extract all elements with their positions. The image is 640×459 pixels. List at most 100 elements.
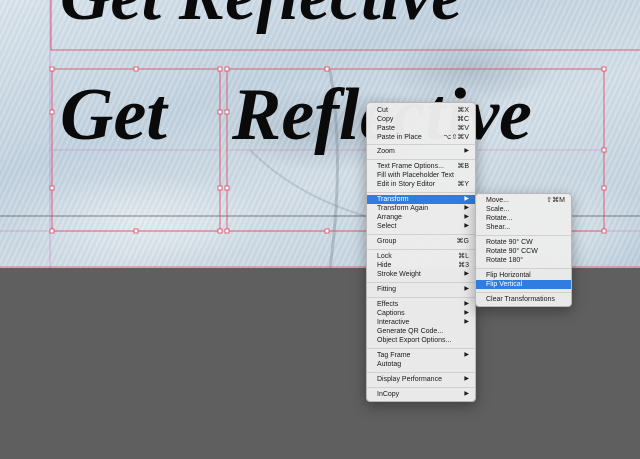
menu-item-shear[interactable]: Shear...	[476, 223, 571, 232]
menu-item-tag-frame[interactable]: Tag Frame ▶	[367, 351, 475, 360]
menu-item-label: Text Frame Options...	[377, 163, 444, 170]
menu-item-label: Tag Frame	[377, 352, 411, 359]
menu-item-text-frame-options[interactable]: Text Frame Options... ⌘B	[367, 162, 475, 171]
submenu-arrow-icon: ▶	[464, 214, 469, 220]
menu-item-interactive[interactable]: Interactive ▶	[367, 318, 475, 327]
shortcut-label: ⌥⇧⌘V	[443, 134, 469, 141]
submenu-arrow-icon: ▶	[464, 223, 469, 229]
menu-separator	[476, 235, 571, 236]
menu-item-copy[interactable]: Copy ⌘C	[367, 115, 475, 124]
menu-item-label: Rotate...	[486, 215, 513, 222]
menu-item-label: Zoom	[377, 148, 395, 155]
menu-item-paste-in-place[interactable]: Paste in Place ⌥⇧⌘V	[367, 133, 475, 142]
menu-item-label: Autotag	[377, 361, 402, 368]
menu-item-clear-transformations[interactable]: Clear Transformations	[476, 295, 571, 304]
menu-item-label: Transform	[377, 196, 409, 203]
menu-item-select[interactable]: Select ▶	[367, 222, 475, 231]
menu-item-scale[interactable]: Scale...	[476, 205, 571, 214]
menu-item-label: InCopy	[377, 391, 400, 398]
menu-item-label: Rotate 180°	[486, 257, 524, 264]
menu-item-paste[interactable]: Paste ⌘V	[367, 124, 475, 133]
menu-item-label: Generate QR Code...	[377, 328, 444, 335]
shortcut-label: ⌘B	[457, 163, 469, 170]
menu-item-lock[interactable]: Lock ⌘L	[367, 252, 475, 261]
menu-item-flip-vertical[interactable]: Flip Vertical	[476, 280, 571, 289]
menu-item-label: Hide	[377, 262, 392, 269]
shortcut-label: ⌘C	[456, 116, 469, 123]
submenu-arrow-icon: ▶	[464, 310, 469, 316]
shortcut-label: ⌘3	[458, 262, 469, 269]
menu-separator	[367, 234, 475, 235]
submenu-arrow-icon: ▶	[464, 319, 469, 325]
menu-item-rotate-180[interactable]: Rotate 180°	[476, 256, 571, 265]
menu-item-display-performance[interactable]: Display Performance ▶	[367, 375, 475, 384]
menu-item-label: Fill with Placeholder Text	[377, 172, 454, 179]
menu-item-flip-horizontal[interactable]: Flip Horizontal	[476, 271, 571, 280]
menu-item-rotate[interactable]: Rotate...	[476, 214, 571, 223]
menu-item-label: Display Performance	[377, 376, 442, 383]
menu-item-transform-again[interactable]: Transform Again ▶	[367, 204, 475, 213]
menu-item-generate-qr[interactable]: Generate QR Code...	[367, 327, 475, 336]
menu-item-fill-placeholder[interactable]: Fill with Placeholder Text	[367, 171, 475, 180]
menu-item-label: Shear...	[486, 224, 511, 231]
menu-item-label: Paste	[377, 125, 395, 132]
menu-item-label: Move...	[486, 197, 509, 204]
menu-item-label: Group	[377, 238, 397, 245]
transform-submenu: Move... ⇧⌘M Scale... Rotate... Shear... R…	[475, 193, 572, 307]
menu-item-stroke-weight[interactable]: Stroke Weight ▶	[367, 270, 475, 279]
menu-separator	[367, 348, 475, 349]
submenu-arrow-icon: ▶	[464, 148, 469, 154]
menu-item-transform[interactable]: Transform ▶	[367, 195, 475, 204]
menu-item-object-export[interactable]: Object Export Options...	[367, 336, 475, 345]
menu-item-autotag[interactable]: Autotag	[367, 360, 475, 369]
submenu-arrow-icon: ▶	[464, 391, 469, 397]
menu-item-rotate-90-cw[interactable]: Rotate 90° CW	[476, 238, 571, 247]
menu-separator	[476, 292, 571, 293]
menu-item-label: Flip Vertical	[486, 281, 523, 288]
menu-item-label: Interactive	[377, 319, 410, 326]
menu-item-label: Select	[377, 223, 397, 230]
menu-item-label: Effects	[377, 301, 399, 308]
menu-separator	[367, 192, 475, 193]
menu-item-effects[interactable]: Effects ▶	[367, 300, 475, 309]
menu-item-label: Scale...	[486, 206, 510, 213]
menu-item-zoom[interactable]: Zoom ▶	[367, 147, 475, 156]
menu-item-edit-story[interactable]: Edit in Story Editor ⌘Y	[367, 180, 475, 189]
menu-item-captions[interactable]: Captions ▶	[367, 309, 475, 318]
menu-separator	[367, 159, 475, 160]
menu-item-label: Flip Horizontal	[486, 272, 531, 279]
menu-item-arrange[interactable]: Arrange ▶	[367, 213, 475, 222]
submenu-arrow-icon: ▶	[464, 352, 469, 358]
menu-separator	[476, 268, 571, 269]
menu-item-label: Clear Transformations	[486, 296, 555, 303]
shortcut-label: ⌘L	[458, 253, 469, 260]
menu-item-label: Stroke Weight	[377, 271, 421, 278]
shortcut-label: ⌘X	[457, 107, 469, 114]
menu-item-cut[interactable]: Cut ⌘X	[367, 106, 475, 115]
menu-item-group[interactable]: Group ⌘G	[367, 237, 475, 246]
menu-item-label: Copy	[377, 116, 394, 123]
submenu-arrow-icon: ▶	[464, 286, 469, 292]
menu-item-label: Rotate 90° CW	[486, 239, 533, 246]
menu-item-label: Transform Again	[377, 205, 429, 212]
menu-item-rotate-90-ccw[interactable]: Rotate 90° CCW	[476, 247, 571, 256]
menu-item-label: Paste in Place	[377, 134, 422, 141]
menu-item-fitting[interactable]: Fitting ▶	[367, 285, 475, 294]
submenu-arrow-icon: ▶	[464, 376, 469, 382]
submenu-arrow-icon: ▶	[464, 271, 469, 277]
menu-separator	[367, 282, 475, 283]
menu-item-label: Rotate 90° CCW	[486, 248, 538, 255]
menu-separator	[367, 372, 475, 373]
shortcut-label: ⇧⌘M	[546, 197, 565, 204]
menu-item-hide[interactable]: Hide ⌘3	[367, 261, 475, 270]
menu-item-incopy[interactable]: InCopy ▶	[367, 390, 475, 399]
menu-item-label: Cut	[377, 107, 388, 114]
menu-item-move[interactable]: Move... ⇧⌘M	[476, 196, 571, 205]
menu-separator	[367, 144, 475, 145]
headline-top[interactable]: Get Reflective	[60, 0, 462, 32]
submenu-arrow-icon: ▶	[464, 301, 469, 307]
context-menu: Cut ⌘X Copy ⌘C Paste ⌘V Paste in Place ⌥⇧⌘V …	[366, 102, 476, 402]
menu-separator	[367, 387, 475, 388]
shortcut-label: ⌘Y	[457, 181, 469, 188]
headline-get[interactable]: Get	[60, 78, 167, 152]
